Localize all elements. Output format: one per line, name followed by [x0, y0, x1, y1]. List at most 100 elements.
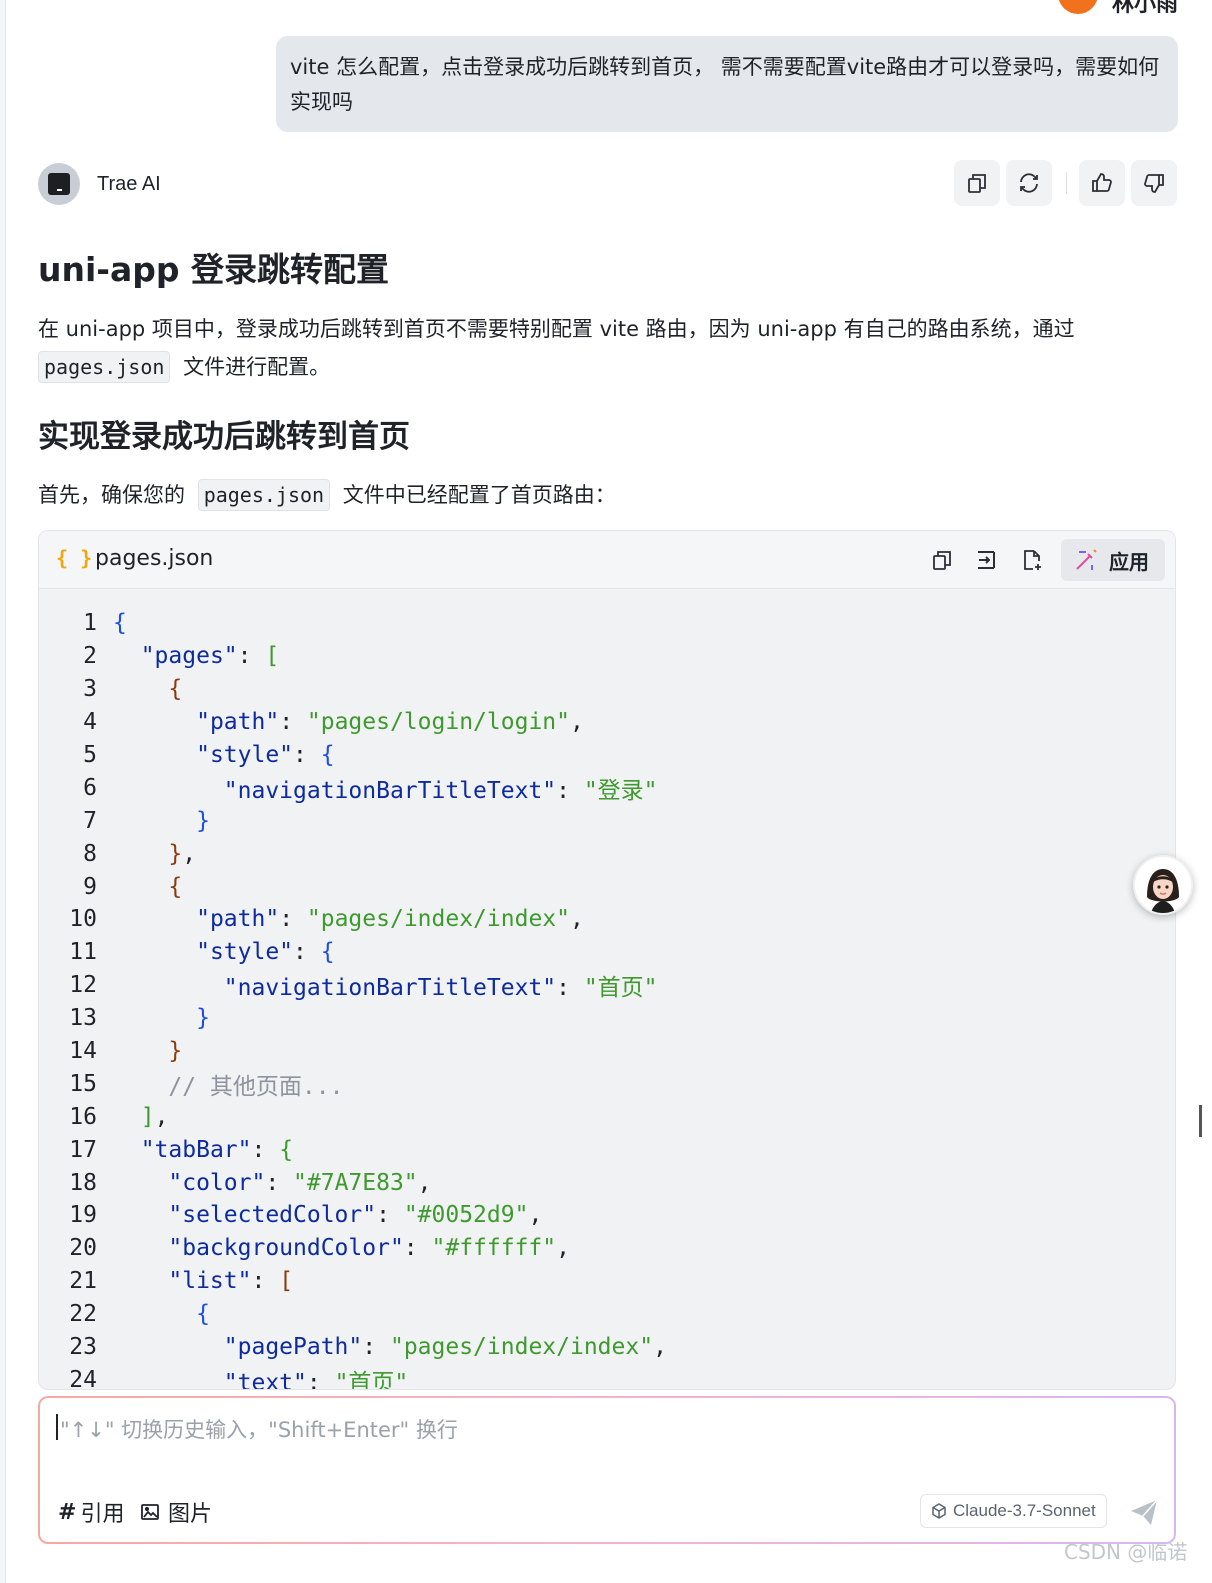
refresh-icon [1020, 173, 1038, 193]
apply-label: 应用 [1109, 549, 1149, 574]
line-content: "navigationBarTitleText": "登录" [223, 777, 658, 804]
code-line: 24 "text": "首页" [39, 1363, 1175, 1390]
line-content: "path": "pages/index/index", [196, 906, 584, 933]
create-file-button[interactable] [1017, 545, 1047, 575]
code-line: 3 { [39, 673, 1175, 706]
code-line: 16 ], [39, 1100, 1175, 1133]
line-content: ], [140, 1103, 169, 1130]
line-number: 19 [69, 1202, 97, 1229]
reference-label: 引用 [80, 1502, 125, 1527]
line-content: "list": [ [168, 1268, 294, 1295]
code-editor: 1{2 "pages": [3 {4 "path": "pages/login/… [39, 607, 1175, 1390]
line-number: 13 [69, 1005, 97, 1032]
user-message-bubble: vite 怎么配置，点击登录成功后跳转到首页， 需不需要配置vite路由才可以登… [276, 36, 1178, 132]
line-number: 10 [69, 906, 97, 933]
chat-input[interactable]: "↑↓" 切换历史输入，"Shift+Enter" 换行 # 引用 图片 Cla… [40, 1398, 1174, 1542]
line-number: 22 [69, 1301, 97, 1328]
code-line: 20 "backgroundColor": "#ffffff", [39, 1232, 1175, 1265]
line-number: 12 [69, 972, 97, 999]
apply-code-button[interactable]: 应用 [1061, 539, 1165, 581]
code-line: 2 "pages": [ [39, 640, 1175, 673]
model-selector[interactable]: Claude-3.7-Sonnet [920, 1494, 1107, 1528]
thumbs-down-icon [1144, 174, 1164, 193]
magic-wand-icon [1076, 549, 1097, 570]
code-line: 1{ [39, 607, 1175, 640]
inline-code: pages.json [197, 479, 331, 511]
code-line: 22 { [39, 1298, 1175, 1331]
text-cursor [56, 1414, 58, 1440]
line-content: { [168, 676, 183, 703]
reference-button[interactable]: # 引用 [58, 1496, 124, 1528]
code-line: 10 "path": "pages/index/index", [39, 903, 1175, 936]
line-content: "style": { [196, 939, 335, 966]
line-content: "tabBar": { [140, 1136, 294, 1163]
line-number: 9 [83, 873, 97, 900]
model-name: Claude-3.7-Sonnet [953, 1501, 1096, 1520]
line-content: "path": "pages/login/login", [196, 709, 584, 736]
line-content: "pages": [ [140, 643, 280, 670]
code-line: 18 "color": "#7A7E83", [39, 1166, 1175, 1199]
girl-avatar-icon [1135, 857, 1191, 913]
line-content: }, [168, 840, 197, 867]
inline-code: pages.json [38, 351, 171, 383]
send-button[interactable] [1126, 1494, 1162, 1530]
line-number: 24 [69, 1366, 97, 1390]
floating-assistant-avatar[interactable] [1133, 855, 1193, 915]
code-file-name: pages.json [95, 546, 214, 571]
answer-heading-1: uni-app 登录跳转配置 [38, 250, 389, 289]
line-number: 23 [69, 1334, 97, 1361]
code-line: 14 } [39, 1035, 1175, 1068]
line-number: 1 [83, 610, 97, 637]
dislike-button[interactable] [1131, 160, 1177, 206]
line-number: 4 [83, 709, 97, 736]
code-line: 11 "style": { [39, 936, 1175, 969]
line-number: 17 [69, 1136, 97, 1163]
line-number: 21 [69, 1268, 97, 1295]
line-content: "text": "首页" [223, 1369, 409, 1390]
copy-icon [968, 174, 986, 193]
code-line: 12 "navigationBarTitleText": "首页" [39, 969, 1175, 1002]
chat-input-container: "↑↓" 切换历史输入，"Shift+Enter" 换行 # 引用 图片 Cla… [38, 1396, 1176, 1544]
answer-paragraph-1a: 在 uni-app 项目中，登录成功后跳转到首页不需要特别配置 vite 路由，… [38, 317, 1075, 341]
line-content: // 其他页面... [168, 1073, 344, 1100]
answer-paragraph-2: 首先，确保您的 pages.json 文件中已经配置了首页路由： [38, 479, 616, 511]
code-line: 13 } [39, 1002, 1175, 1035]
code-line: 15 // 其他页面... [39, 1067, 1175, 1100]
line-number: 8 [83, 840, 97, 867]
line-content: "style": { [196, 742, 335, 768]
code-block-header: { } pages.json 应用 [39, 531, 1175, 589]
json-file-icon: { } [56, 546, 93, 570]
code-line: 17 "tabBar": { [39, 1133, 1175, 1166]
code-line: 9 { [39, 870, 1175, 903]
answer-paragraph-text: 首先，确保您的 [38, 483, 185, 507]
line-number: 3 [83, 676, 97, 703]
watermark: CSDN @临诺 [1064, 1540, 1188, 1564]
copy-button[interactable] [954, 160, 1000, 206]
code-line: 19 "selectedColor": "#0052d9", [39, 1199, 1175, 1232]
answer-paragraph-text: 文件中已经配置了首页路由： [342, 483, 616, 507]
like-button[interactable] [1079, 160, 1125, 206]
code-line: 6 "navigationBarTitleText": "登录" [39, 771, 1175, 804]
new-file-icon [1024, 550, 1041, 570]
sidebar-edge [0, 0, 6, 1583]
image-button[interactable]: 图片 [140, 1496, 212, 1528]
image-label: 图片 [168, 1502, 213, 1527]
regenerate-button[interactable] [1006, 160, 1052, 206]
copy-icon [933, 551, 951, 570]
user-avatar [1058, 0, 1098, 14]
line-number: 11 [69, 939, 97, 966]
code-line: 5 "style": { [39, 739, 1175, 772]
code-line: 8 }, [39, 837, 1175, 870]
line-content: "pagePath": "pages/index/index", [223, 1334, 667, 1361]
action-divider [1066, 172, 1067, 194]
cube-icon [932, 1503, 946, 1519]
scrollbar-marker[interactable] [1199, 1105, 1202, 1137]
insert-code-button[interactable] [972, 545, 1002, 575]
line-content: } [196, 807, 210, 834]
insert-icon [978, 551, 995, 569]
code-line: 7 } [39, 804, 1175, 837]
code-copy-button[interactable] [927, 545, 957, 575]
code-line: 23 "pagePath": "pages/index/index", [39, 1331, 1175, 1364]
line-content: } [196, 1005, 210, 1032]
line-content: "selectedColor": "#0052d9", [168, 1202, 543, 1229]
